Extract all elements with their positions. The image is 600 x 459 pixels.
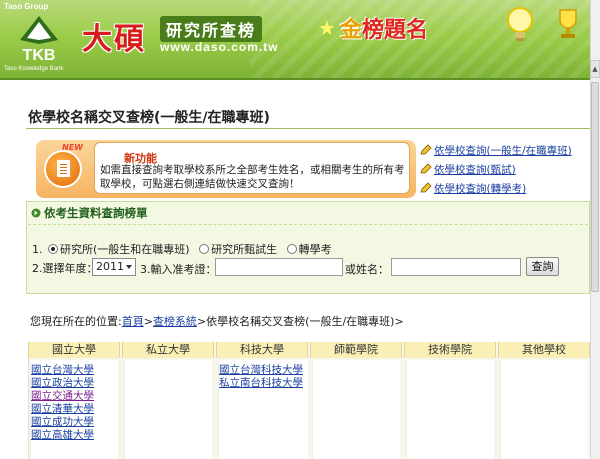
group-label: Taso Group [4, 2, 49, 11]
name-label: 或姓名： [345, 263, 389, 276]
search-divider [28, 224, 588, 225]
pencil-icon [420, 163, 432, 174]
category-list-national: 國立台灣大學 國立政治大學 國立交通大學 國立清華大學 國立成功大學 國立高雄大… [30, 360, 118, 459]
query-button[interactable]: 查詢 [526, 257, 559, 276]
radio-label: 轉學考 [298, 243, 332, 256]
breadcrumb: 您現在所在的位置:首頁>查榜系統>依學校名稱交叉查榜(一般生/在職專班)> [30, 313, 404, 329]
name-input[interactable] [391, 258, 521, 276]
radio-label: 研究所(一般生和在職專班) [60, 243, 190, 256]
logo-subtitle: Taso Knowledge Bank [4, 66, 64, 72]
document-icon [44, 150, 82, 188]
brand-tagline: 研究所查榜 [160, 16, 263, 42]
breadcrumb-separator: > [196, 315, 207, 328]
notice-body: 如需直接查詢考取學校系所之全部考生姓名，或相關考生的所有考取學校，可點選右側連結… [100, 164, 405, 190]
school-link[interactable]: 私立南台科技大學 [219, 377, 308, 390]
link-query-by-school-screening[interactable]: 依學校查詢(甄試) [420, 162, 584, 181]
category-list-normal [312, 360, 400, 459]
header-banner: Taso Group TKB Taso Knowledge Bank 大碩 研究… [0, 0, 590, 80]
link-label: 依學校查詢(轉學考) [434, 183, 527, 195]
category-header-private: 私立大學 [122, 342, 214, 358]
link-query-by-school-transfer[interactable]: 依學校查詢(轉學考) [420, 181, 584, 200]
breadcrumb-separator: > [143, 315, 153, 328]
link-query-by-school-general[interactable]: 依學校查詢(一般生/在職專班) [420, 143, 584, 162]
year-select[interactable]: 2011 [92, 258, 136, 276]
link-label: 依學校查詢(一般生/在職專班) [434, 145, 572, 157]
quick-query-links: 依學校查詢(一般生/在職專班) 依學校查詢(甄試) 依學校查詢(轉學考) [420, 143, 584, 200]
school-link[interactable]: 國立交通大學 [31, 390, 118, 403]
breadcrumb-prefix: 您現在所在的位置: [30, 315, 122, 328]
chevron-down-icon [126, 265, 132, 269]
category-header-national: 國立大學 [28, 342, 120, 358]
category-list-private [124, 360, 212, 459]
category-header-other: 其他學校 [498, 342, 590, 358]
exam-type-options: 1. 研究所(一般生和在職專班) 研究所甄試生 轉學考 [32, 241, 332, 257]
admission-number-label: 3.輸入准考證： [140, 263, 217, 276]
gold-list-title: 金榜題名 [340, 12, 428, 44]
scroll-up-arrow-icon[interactable]: ▲ [590, 60, 600, 78]
trophy-icon [559, 9, 577, 38]
gold-char: 金 [340, 17, 363, 43]
logo[interactable]: Taso Group TKB Taso Knowledge Bank [4, 2, 78, 74]
logo-text: TKB [23, 47, 56, 64]
category-list-tech: 國立台灣科技大學 私立南台科技大學 [218, 360, 308, 459]
search-heading-text: 依考生資料查詢榜單 [44, 206, 148, 220]
category-list-institute [406, 360, 494, 459]
step-one-label: 1. [32, 243, 43, 256]
brand-url: www.daso.com.tw [160, 40, 279, 54]
category-header-normal: 師範學院 [310, 342, 402, 358]
title-divider [26, 128, 590, 129]
breadcrumb-current: 依學校名稱交叉查榜(一般生/在職專班)> [206, 315, 404, 328]
tkb-logo-icon: TKB [20, 16, 58, 64]
scrollbar-thumb[interactable] [591, 82, 599, 292]
gold-title-rest: 榜題名 [362, 17, 429, 43]
radio-label: 研究所甄試生 [211, 243, 278, 256]
school-link[interactable]: 國立台灣科技大學 [219, 364, 308, 377]
category-header-institute: 技術學院 [404, 342, 496, 358]
brand-name: 大碩 [82, 22, 146, 57]
school-link[interactable]: 國立清華大學 [31, 403, 118, 416]
pencil-icon [420, 182, 432, 193]
breadcrumb-home[interactable]: 首頁 [122, 315, 144, 328]
school-link[interactable]: 國立政治大學 [31, 377, 118, 390]
category-header-tech: 科技大學 [216, 342, 308, 358]
search-heading: 依考生資料查詢榜單 [30, 205, 148, 221]
school-link[interactable]: 國立台灣大學 [31, 364, 118, 377]
year-label: 2.選擇年度： [32, 262, 98, 275]
school-link[interactable]: 國立成功大學 [31, 416, 118, 429]
breadcrumb-system[interactable]: 查榜系統 [153, 315, 197, 328]
pencil-icon [420, 144, 432, 155]
admission-number-input[interactable] [215, 258, 343, 276]
radio-graduate-screening[interactable] [199, 244, 210, 254]
link-label: 依學校查詢(甄試) [434, 164, 516, 176]
star-icon: ★ [318, 16, 336, 40]
radio-graduate-general[interactable] [48, 244, 58, 254]
category-list-other [500, 360, 588, 459]
page-title: 依學校名稱交叉查榜(一般生/在職專班) [28, 110, 270, 126]
year-value: 2011 [96, 260, 124, 273]
radio-transfer[interactable] [286, 244, 297, 254]
new-badge: NEW [62, 143, 83, 152]
lightbulb-icon [507, 7, 533, 41]
school-link[interactable]: 國立高雄大學 [31, 429, 118, 442]
page: Taso Group TKB Taso Knowledge Bank 大碩 研究… [0, 0, 600, 459]
